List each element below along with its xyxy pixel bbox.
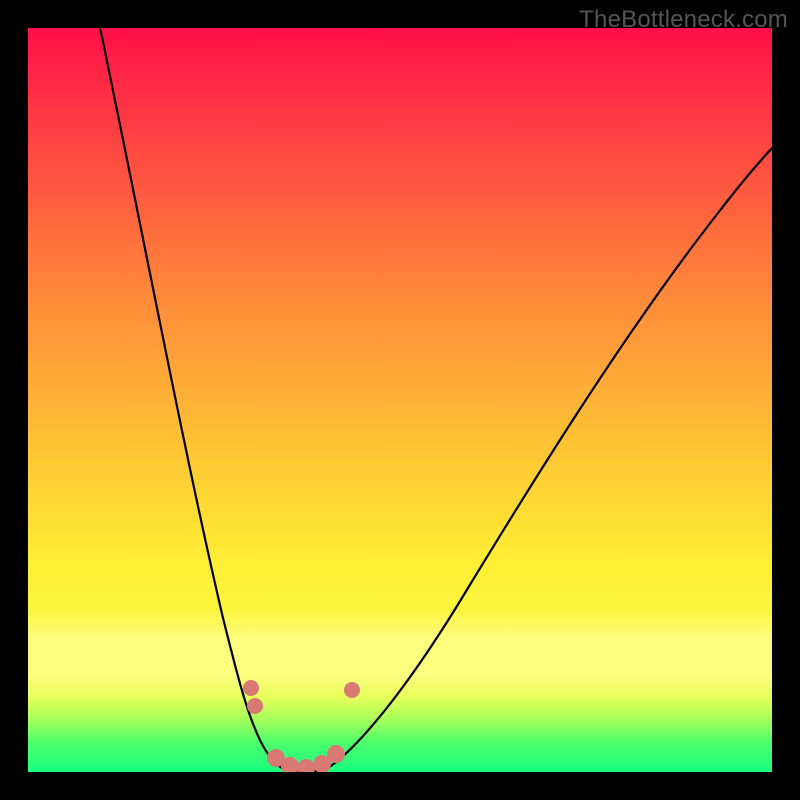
chart-container: TheBottleneck.com: [0, 0, 800, 800]
data-point: [344, 682, 360, 698]
left-curve: [98, 28, 286, 770]
data-point: [243, 680, 259, 696]
plot-area: [28, 28, 772, 772]
curve-overlay: [28, 28, 772, 772]
data-points-cluster: [243, 680, 360, 772]
watermark-text: TheBottleneck.com: [579, 6, 788, 34]
data-point: [247, 698, 263, 714]
right-curve: [328, 146, 772, 768]
data-point: [297, 759, 315, 772]
data-point: [327, 745, 345, 763]
